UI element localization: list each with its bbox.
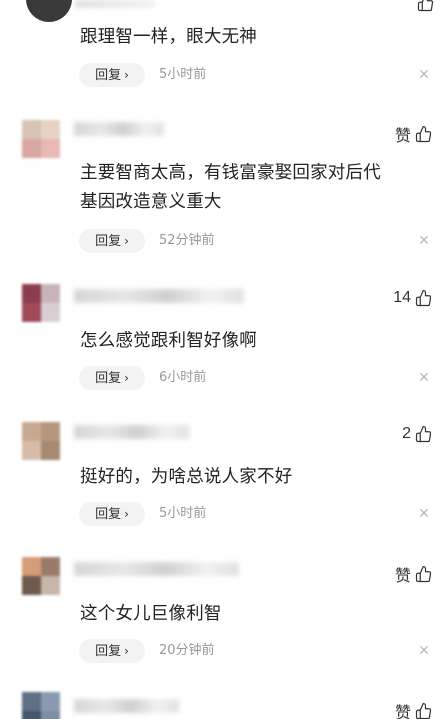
comment-time: 20分钟前	[159, 643, 215, 658]
comment-text: 主要智商太高，有钱富豪娶回家对后代 基因改造意义重大	[80, 159, 417, 217]
comment-line: 怎么感觉跟利智好像啊	[80, 331, 257, 351]
comment-line: 挺好的，为啥总说人家不好	[80, 467, 293, 487]
thumbs-up-icon	[415, 125, 432, 143]
like-button[interactable]	[417, 0, 435, 16]
reply-button[interactable]: 回复 ›	[79, 366, 145, 390]
thumbs-up-icon	[415, 565, 432, 583]
close-icon[interactable]: ✕	[417, 644, 431, 658]
comment-line: 主要智商太高，有钱富豪娶回家对后代	[80, 163, 381, 183]
like-count: 赞	[394, 568, 411, 585]
reply-label: 回复	[95, 644, 122, 659]
chevron-right-icon: ›	[124, 68, 129, 82]
reply-button[interactable]: 回复 ›	[79, 229, 145, 253]
close-icon[interactable]: ✕	[417, 371, 431, 385]
username-blurred	[75, 0, 155, 8]
comment-list: 跟理智一样，眼大无神 回复 › 5小时前 ✕ 赞 主要智商太高，有钱富豪娶回家对后…	[0, 0, 447, 719]
avatar[interactable]	[22, 422, 60, 460]
username-blurred	[74, 562, 239, 576]
close-icon[interactable]: ✕	[417, 68, 431, 82]
reply-button[interactable]: 回复 ›	[79, 639, 145, 663]
avatar[interactable]	[22, 692, 60, 719]
comment-time: 6小时前	[159, 370, 207, 385]
reply-label: 回复	[95, 68, 122, 83]
comment-text: 跟理智一样，眼大无神	[80, 23, 417, 52]
reply-button[interactable]: 回复 ›	[79, 502, 145, 526]
username-blurred	[74, 122, 164, 136]
comment-time: 5小时前	[159, 506, 207, 521]
comment-line: 跟理智一样，眼大无神	[80, 27, 257, 47]
comment-time: 52分钟前	[159, 233, 215, 248]
avatar[interactable]	[22, 284, 60, 322]
chevron-right-icon: ›	[124, 644, 129, 658]
reply-label: 回复	[95, 234, 122, 249]
like-count: 赞	[394, 128, 411, 145]
like-count: 2	[402, 425, 411, 442]
like-count: 赞	[394, 705, 411, 719]
reply-label: 回复	[95, 507, 122, 522]
thumbs-up-icon	[415, 702, 432, 719]
like-button[interactable]: 2	[402, 425, 433, 443]
avatar[interactable]	[22, 120, 60, 158]
comment-line: 基因改造意义重大	[80, 192, 222, 212]
chevron-right-icon: ›	[124, 371, 129, 385]
chevron-right-icon: ›	[124, 234, 129, 248]
thumbs-up-icon	[415, 289, 432, 307]
comment-time: 5小时前	[159, 67, 207, 82]
avatar[interactable]	[22, 557, 60, 595]
username-blurred	[74, 699, 179, 713]
like-button[interactable]: 赞	[395, 122, 433, 146]
like-button[interactable]: 14	[393, 289, 433, 307]
comment-item-partial-top: 跟理智一样，眼大无神 回复 › 5小时前 ✕	[0, 0, 447, 100]
username-blurred	[74, 289, 244, 303]
thumbs-up-icon	[415, 425, 432, 443]
comment-line: 这个女儿巨像利智	[80, 604, 222, 624]
like-button[interactable]: 赞	[395, 562, 433, 586]
like-button[interactable]: 赞	[395, 699, 433, 719]
thumbs-up-icon	[417, 0, 434, 12]
comment-text: 这个女儿巨像利智	[80, 600, 417, 629]
close-icon[interactable]: ✕	[417, 234, 431, 248]
reply-button[interactable]: 回复 ›	[79, 63, 145, 87]
chevron-right-icon: ›	[124, 507, 129, 521]
comment-text: 挺好的，为啥总说人家不好	[80, 463, 417, 492]
reply-label: 回复	[95, 371, 122, 386]
comment-text: 怎么感觉跟利智好像啊	[80, 327, 417, 356]
close-icon[interactable]: ✕	[417, 507, 431, 521]
avatar[interactable]	[26, 0, 72, 22]
like-count: 14	[393, 289, 411, 306]
username-blurred	[74, 425, 189, 439]
